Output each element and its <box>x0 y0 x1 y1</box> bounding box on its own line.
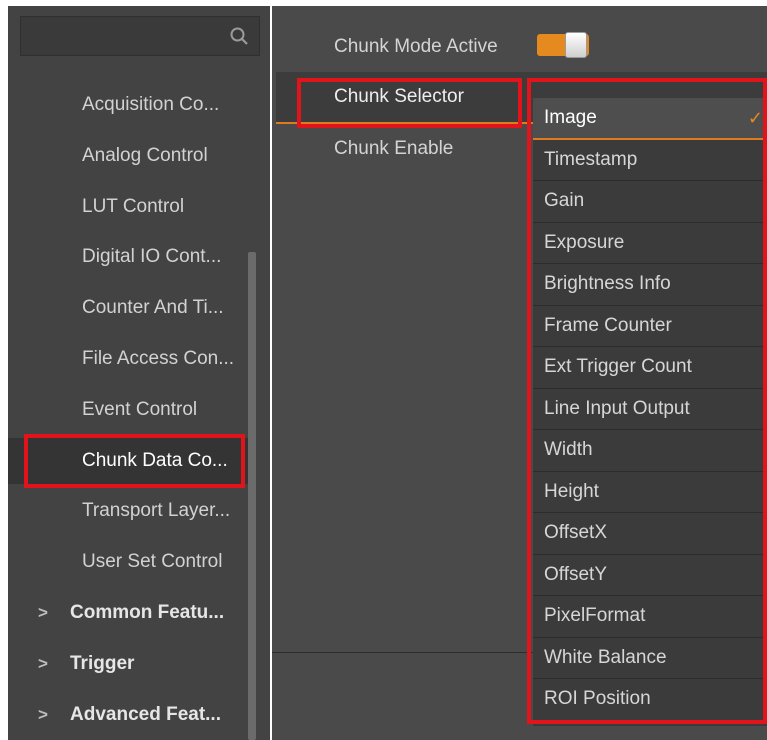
dropdown-option-white-balance[interactable]: White Balance <box>533 638 767 679</box>
sidebar-item-event-control[interactable]: Event Control <box>8 387 248 433</box>
option-label: ROI Position <box>544 688 651 709</box>
option-label: Width <box>544 439 593 460</box>
dropdown-option-height[interactable]: Height <box>533 472 767 513</box>
sidebar-item-label: Chunk Data Co... <box>82 449 228 471</box>
dropdown-option-roi-position[interactable]: ROI Position <box>533 679 767 721</box>
sidebar-item-acquisition-co[interactable]: Acquisition Co... <box>8 82 248 128</box>
chunk-enable-label: Chunk Enable <box>334 138 454 159</box>
chevron-right-icon[interactable]: > <box>38 641 48 687</box>
sidebar-item-counter-and-ti[interactable]: Counter And Ti... <box>8 285 248 331</box>
chunk-selector-dropdown: Image ✓ Timestamp Gain Exposure Brightness In… <box>533 98 767 726</box>
sidebar-item-label: Common Featu... <box>70 602 225 623</box>
sidebar-item-label: Digital IO Cont... <box>82 246 222 268</box>
sidebar-item-label: User Set Control <box>82 551 223 573</box>
option-label: OffsetY <box>544 563 608 585</box>
sidebar-item-lut-control[interactable]: LUT Control <box>8 184 248 230</box>
dropdown-option-pixelformat[interactable]: PixelFormat <box>533 596 767 638</box>
app-window: Acquisition Co... Analog Control LUT Contr… <box>0 0 767 740</box>
dropdown-option-ext-trigger-count[interactable]: Ext Trigger Count <box>533 347 767 389</box>
option-label: Gain <box>544 190 585 211</box>
toggle-knob <box>565 32 587 58</box>
chunk-selector-label: Chunk Selector <box>334 86 464 107</box>
dropdown-option-frame-counter[interactable]: Frame Counter <box>533 306 767 347</box>
option-label: White Balance <box>544 646 667 668</box>
search-input[interactable] <box>20 16 260 56</box>
chevron-right-icon[interactable]: > <box>38 692 48 738</box>
dropdown-option-line-input-output[interactable]: Line Input Output <box>533 389 767 430</box>
dropdown-option-offsety[interactable]: OffsetY <box>533 555 767 596</box>
chunk-mode-active-toggle[interactable] <box>537 32 589 58</box>
sidebar-item-label: Trigger <box>70 652 135 674</box>
sidebar-item-label: Acquisition Co... <box>82 94 220 115</box>
sidebar-item-user-set-control[interactable]: User Set Control <box>8 539 248 585</box>
sidebar-item-label: Analog Control <box>82 144 208 166</box>
sidebar-scrollbar[interactable] <box>248 252 256 740</box>
option-label: Timestamp <box>544 148 638 170</box>
sidebar-item-label: Advanced Feat... <box>70 703 221 725</box>
chevron-right-icon[interactable]: > <box>38 590 48 636</box>
dropdown-option-exposure[interactable]: Exposure <box>533 223 767 264</box>
option-label: Height <box>544 480 599 502</box>
feature-tree-sidebar: Acquisition Co... Analog Control LUT Contr… <box>8 6 270 740</box>
sidebar-item-trigger[interactable]: > Trigger <box>8 641 248 687</box>
dropdown-option-gain[interactable]: Gain <box>533 181 767 223</box>
sidebar-item-transport-layer[interactable]: Transport Layer... <box>8 488 248 534</box>
chunk-mode-active-label: Chunk Mode Active <box>334 36 498 57</box>
option-label: Brightness Info <box>544 273 671 294</box>
dropdown-option-brightness-info[interactable]: Brightness Info <box>533 264 767 306</box>
sidebar-item-digital-io-cont[interactable]: Digital IO Cont... <box>8 234 248 280</box>
dropdown-option-image[interactable]: Image ✓ <box>533 98 767 140</box>
sidebar-item-advanced-feat[interactable]: > Advanced Feat... <box>8 692 248 738</box>
sidebar-item-file-access-con[interactable]: File Access Con... <box>8 336 248 382</box>
option-label: Line Input Output <box>544 397 690 419</box>
sidebar-item-label: Event Control <box>82 398 198 420</box>
sidebar-item-label: Transport Layer... <box>82 500 231 522</box>
option-label: Frame Counter <box>544 314 672 336</box>
sidebar-item-label: File Access Con... <box>82 348 235 369</box>
dropdown-option-timestamp[interactable]: Timestamp <box>533 140 767 181</box>
sidebar-item-chunk-data-co[interactable]: Chunk Data Co... <box>8 437 248 484</box>
option-label: OffsetX <box>544 522 608 543</box>
sidebar-item-label: Counter And Ti... <box>82 297 224 319</box>
option-label: Exposure <box>544 231 625 253</box>
checkmark-icon: ✓ <box>747 108 763 128</box>
option-label: Ext Trigger Count <box>544 356 692 377</box>
property-panel: Chunk Mode Active Chunk Selector Chunk E… <box>272 6 767 740</box>
sidebar-item-analog-control[interactable]: Analog Control <box>8 133 248 179</box>
option-label: Image <box>544 107 597 128</box>
search-icon[interactable] <box>229 26 249 46</box>
option-label: PixelFormat <box>544 605 646 626</box>
dropdown-option-width[interactable]: Width <box>533 430 767 472</box>
dropdown-option-offsetx[interactable]: OffsetX <box>533 513 767 555</box>
sidebar-item-common-featu[interactable]: > Common Featu... <box>8 590 248 636</box>
sidebar-item-label: LUT Control <box>82 195 185 217</box>
